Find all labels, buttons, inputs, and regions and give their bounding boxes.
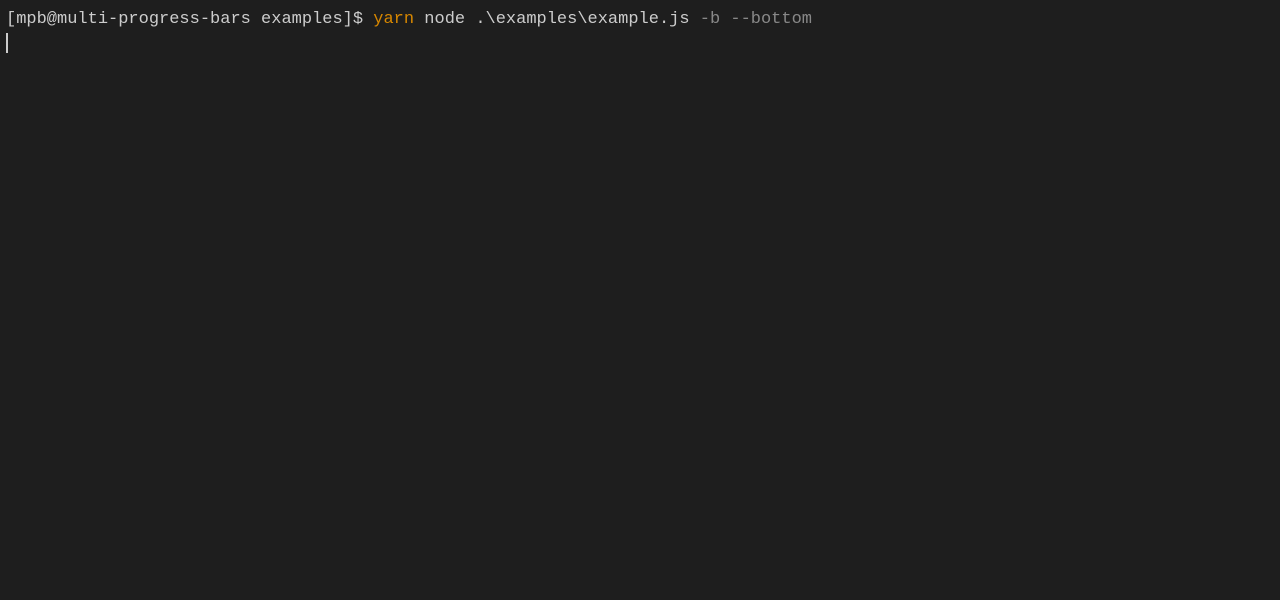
terminal-cursor-line[interactable]: [6, 32, 1274, 56]
prompt-close-bracket: ]: [343, 10, 353, 29]
command-yarn: yarn: [373, 10, 414, 29]
prompt-symbol: $: [353, 10, 363, 29]
terminal-cursor: [6, 33, 8, 53]
prompt-directory: examples: [261, 10, 343, 29]
command-flags: -b --bottom: [700, 10, 812, 29]
prompt-open-bracket: [: [6, 10, 16, 29]
command-path: .\examples\example.js: [475, 10, 689, 29]
prompt-user-host: mpb@multi-progress-bars: [16, 10, 251, 29]
command-node: node: [424, 10, 465, 29]
terminal-command-line[interactable]: [mpb@multi-progress-bars examples]$ yarn…: [6, 8, 1274, 32]
